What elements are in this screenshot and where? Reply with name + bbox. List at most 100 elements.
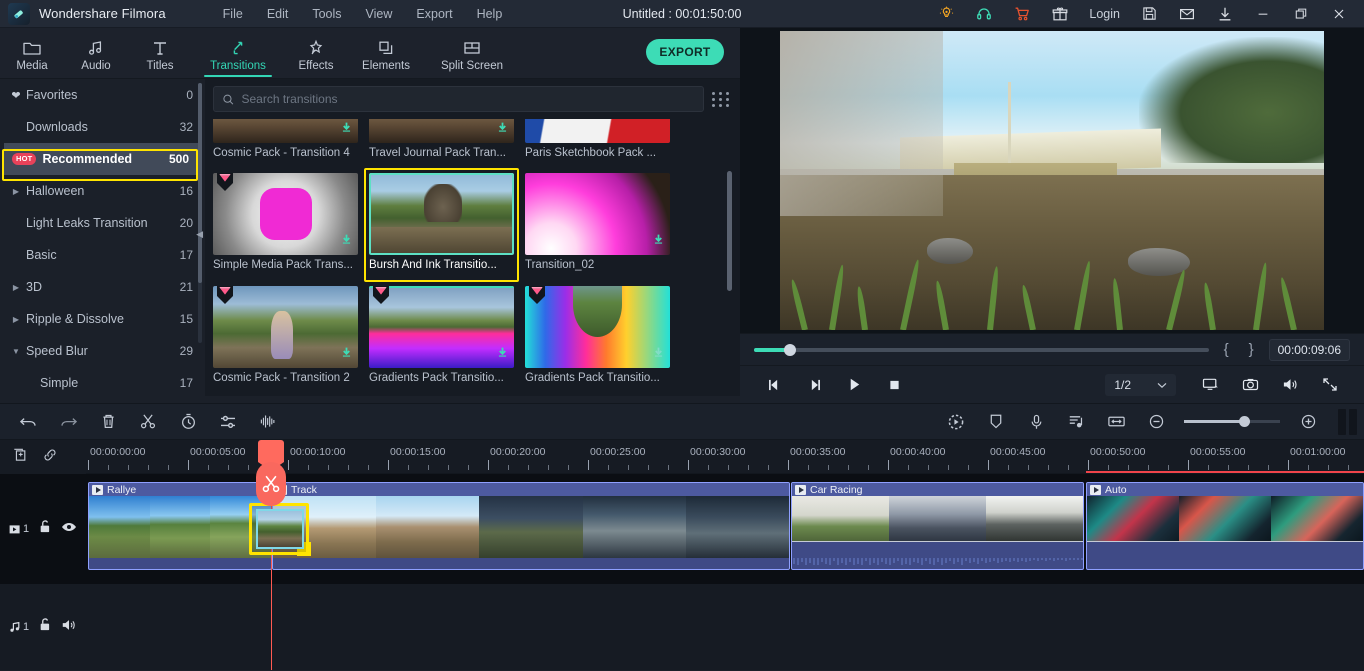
unlock-icon[interactable] [38,519,52,539]
grid-view-icon[interactable] [712,91,732,107]
preview-scrubber[interactable] [754,343,1209,356]
expand-arrows-icon[interactable] [1310,370,1350,400]
mark-out-button[interactable]: } [1244,341,1259,358]
stop-button[interactable] [874,370,914,400]
category-ripple-dissolve[interactable]: ▶ Ripple & Dissolve 15 [0,303,205,335]
zoom-out-button[interactable] [1136,403,1176,440]
zoom-slider-handle[interactable] [1238,416,1250,427]
transition-card[interactable]: Paris Sketchbook Pack ... [525,119,670,159]
tab-media[interactable]: Media [0,28,64,79]
download-icon[interactable] [496,346,509,364]
tab-titles[interactable]: Titles [128,28,192,79]
split-button[interactable] [128,403,168,440]
timeline-clip-track[interactable]: Track [272,482,790,570]
timeline-zoom-slider[interactable] [1184,416,1280,427]
color-settings-button[interactable] [208,403,248,440]
category-favorites[interactable]: ❤ Favorites 0 [0,79,205,111]
monitor-icon[interactable] [1190,370,1230,400]
camera-icon[interactable] [1230,370,1270,400]
audio-detach-button[interactable] [248,403,288,440]
category-basic[interactable]: Basic 17 [0,239,205,271]
collapse-panel-icon[interactable]: ◀ [196,229,203,240]
headphones-support-icon[interactable] [965,0,1003,28]
tab-elements[interactable]: Elements [348,28,424,79]
timeline-ruler[interactable]: 00:00:00:00 00:00:05:00 00:00:10:00 00:00:1… [0,440,1364,474]
download-icon[interactable] [496,121,509,139]
category-speed-blur[interactable]: ▼ Speed Blur 29 [0,335,205,367]
undo-button[interactable] [8,403,48,440]
add-track-icon[interactable] [12,447,28,468]
split-indicator-badge[interactable] [256,462,286,506]
transitions-scrollbar[interactable] [727,171,732,291]
scrubber-handle[interactable] [784,343,797,356]
menu-file[interactable]: File [212,4,254,24]
gift-icon[interactable] [1041,0,1079,28]
speed-button[interactable] [168,403,208,440]
audio-track-1[interactable]: 1 [0,584,1364,670]
tab-effects[interactable]: Effects [284,28,348,79]
download-icon[interactable] [652,346,665,364]
audio-mixer-button[interactable] [1056,403,1096,440]
minimize-icon[interactable] [1244,0,1282,28]
mail-icon[interactable] [1168,0,1206,28]
download-icon[interactable] [1206,0,1244,28]
marker-button[interactable] [976,403,1016,440]
video-preview-area[interactable] [740,28,1364,333]
save-icon[interactable] [1130,0,1168,28]
menu-export[interactable]: Export [405,4,463,24]
timeline-clip-car-racing[interactable]: Car Racing [791,482,1084,570]
menu-edit[interactable]: Edit [256,4,300,24]
transition-card-selected[interactable]: Bursh And Ink Transitio... [364,168,519,282]
transition-card[interactable]: Cosmic Pack - Transition 4 [213,119,358,159]
quality-dropdown[interactable]: 1/2 [1105,373,1176,396]
category-halloween[interactable]: ▶ Halloween 16 [0,175,205,207]
close-icon[interactable] [1320,0,1358,28]
transition-card[interactable]: Transition_02 [525,173,670,271]
delete-button[interactable] [88,403,128,440]
lightbulb-icon[interactable] [927,0,965,28]
menu-view[interactable]: View [355,4,404,24]
video-track-1[interactable]: 1 Rallye Track Car Racing Auto [0,462,1364,584]
current-timecode[interactable]: 00:00:09:06 [1268,338,1350,361]
login-button[interactable]: Login [1079,7,1130,21]
dragged-transition-thumbnail[interactable] [256,509,304,549]
play-button[interactable] [834,370,874,400]
transition-card[interactable]: Simple Media Pack Trans... [213,173,358,271]
transition-card[interactable]: Gradients Pack Transitio... [369,286,514,384]
menu-tools[interactable]: Tools [301,4,352,24]
transition-card[interactable]: Cosmic Pack - Transition 2 [213,286,358,384]
eye-icon[interactable] [61,520,77,538]
category-scrollbar[interactable] [198,83,202,343]
category-recommended[interactable]: HOT Recommended 500 [4,143,201,175]
download-icon[interactable] [340,121,353,139]
speaker-icon[interactable] [61,618,77,637]
timeline-clip-auto[interactable]: Auto [1086,482,1364,570]
timeline-edge-handle[interactable] [1338,408,1360,435]
zoom-in-button[interactable] [1288,403,1328,440]
voiceover-button[interactable] [1016,403,1056,440]
shopping-cart-icon[interactable] [1003,0,1041,28]
transition-card[interactable]: Travel Journal Pack Tran... [369,119,514,159]
timeline-clip-rallye[interactable]: Rallye [88,482,272,570]
download-icon[interactable] [652,233,665,251]
category-light-leaks[interactable]: Light Leaks Transition 20 [0,207,205,239]
unlock-icon[interactable] [38,617,52,637]
mark-in-button[interactable]: { [1219,341,1234,358]
next-frame-button[interactable] [794,370,834,400]
category-downloads[interactable]: Downloads 32 [0,111,205,143]
render-preview-button[interactable] [936,403,976,440]
category-3d[interactable]: ▶ 3D 21 [0,271,205,303]
maximize-restore-icon[interactable] [1282,0,1320,28]
transition-card[interactable]: Gradients Pack Transitio... [525,286,670,384]
tab-transitions[interactable]: Transitions [192,28,284,79]
export-button[interactable]: EXPORT [646,39,724,65]
tab-split-screen[interactable]: Split Screen [424,28,520,79]
prev-frame-button[interactable] [754,370,794,400]
category-simple[interactable]: Simple 17 [0,367,205,396]
search-input[interactable] [241,92,695,106]
menu-help[interactable]: Help [466,4,514,24]
tab-audio[interactable]: Audio [64,28,128,79]
search-field-wrap[interactable] [213,86,704,112]
speaker-icon[interactable] [1270,370,1310,400]
download-icon[interactable] [340,346,353,364]
